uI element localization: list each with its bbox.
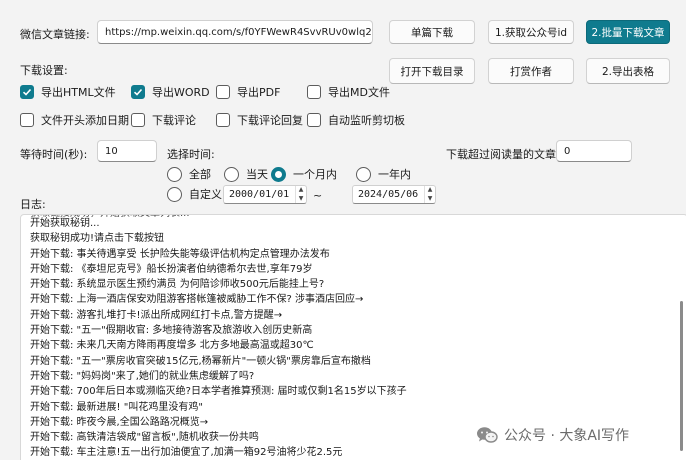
checkbox-label: 导出HTML文件 [41,86,116,99]
checkbox-label: 自动监听剪切板 [328,114,405,127]
read-threshold-label: 下载超过阅读量的文章: [446,148,560,161]
arrow-up-icon[interactable]: ▲ [425,186,435,195]
log-line: 开始下载: 车主注意!五一出行加油便宜了,加满一箱92号油将少花2.5元 [30,447,343,459]
date-to-value: 2024/05/06 [358,189,419,200]
date-from-input[interactable]: 2000/01/01 ▲ ▼ [223,185,307,204]
log-line: 开始下载: 最新进展! "叫花鸡里没有鸡" [30,401,203,413]
arrow-up-icon[interactable]: ▲ [296,186,306,195]
wechat-logo-icon [477,427,498,443]
log-line: 获取秘钥成功!请点击下载按钮 [30,233,165,245]
log-line: 开始下载: 事关待遇享受 长护险失能等级评估机构定点管理办法发布 [30,248,330,260]
radio-circle[interactable] [271,166,286,182]
get-account-id-button[interactable]: 1.获取公众号id [488,20,574,44]
checkbox-label: 文件开头添加日期 [41,114,129,127]
checkbox-box[interactable] [307,85,321,99]
checkbox-box[interactable] [216,113,230,127]
arrow-down-icon[interactable]: ▼ [296,195,306,204]
checkbox-label: 下载评论 [152,114,196,127]
log-line: 开始下载: "五一"假期收官: 多地接待游客及旅游收入创历史新高 [30,325,313,337]
radio-one-month[interactable]: 一个月内 [271,166,337,182]
checkbox-label: 导出WORD [152,86,210,99]
watermark-text: 公众号 · 大象AI写作 [504,428,630,444]
radio-one-year[interactable]: 一年内 [356,166,411,182]
radio-label: 当天 [246,168,268,181]
radio-label: 全部 [189,168,211,181]
checkbox-label: 下载评论回复 [237,114,303,127]
radio-label: 一年内 [378,168,411,181]
checkbox-box[interactable] [307,113,321,127]
select-time-label: 选择时间: [167,148,215,161]
radio-all[interactable]: 全部 [167,166,211,182]
log-line: 开始下载: "五一"票房收官突破15亿元,杨幂新片"一顿火锅"票房靠后宣布撤档 [30,355,371,367]
checkbox-label: 导出PDF [237,86,281,99]
download-settings-label: 下载设置: [20,64,68,77]
log-line: 开始下载: 未来几天南方降雨再度增多 北方多地最高温或超30℃ [30,340,314,352]
log-scrollbar[interactable] [680,301,683,451]
radio-circle[interactable] [356,166,371,182]
radio-label: 一个月内 [293,168,337,181]
date-from-stepper[interactable]: ▲ ▼ [295,186,306,203]
radio-circle[interactable] [224,166,239,182]
log-panel[interactable]: 获取链接成功，开始获取文章列表... 开始获取秘钥... 获取秘钥成功!请点击下… [20,214,686,460]
radio-circle[interactable] [167,166,182,182]
date-separator: ~ [313,189,323,202]
wait-time-input[interactable]: 10 [97,140,157,162]
checkbox-box[interactable] [131,85,145,99]
log-line: 开始下载: "妈妈岗"来了,她们的就业焦虑缓解了吗? [30,370,255,382]
log-line: 开始下载: 700年后日本或濒临灭绝?日本学者推算预测: 届时或仅剩1名15岁以… [30,386,407,398]
log-line: 开始获取秘钥... [30,218,100,229]
checkbox-box[interactable] [216,85,230,99]
export-table-button[interactable]: 2.导出表格 [586,58,670,84]
checkbox-box[interactable] [20,85,34,99]
checkbox-export-pdf[interactable]: 导出PDF [216,84,280,100]
date-to-stepper[interactable]: ▲ ▼ [424,186,435,203]
checkbox-auto-clipboard[interactable]: 自动监听剪切板 [307,112,405,128]
radio-label: 自定义 [189,188,222,201]
batch-download-button[interactable]: 2.批量下载文章 [586,20,670,44]
checkbox-download-comments[interactable]: 下载评论 [131,112,196,128]
url-input[interactable]: https://mp.weixin.qq.com/s/f0YFWewR4SvvR… [97,20,373,44]
log-lines: 开始获取秘钥... 获取秘钥成功!请点击下载按钮 开始下载: 事关待遇享受 长护… [30,216,671,460]
radio-custom[interactable]: 自定义 [167,186,222,202]
checkbox-box[interactable] [131,113,145,127]
arrow-down-icon[interactable]: ▼ [425,195,435,204]
check-icon [133,88,143,96]
log-line: 开始下载: 《泰坦尼克号》船长扮演者伯纳德希尔去世,享年79岁 [30,263,313,275]
watermark: 公众号 · 大象AI写作 [476,425,629,445]
log-line: 开始下载: 游客扎堆打卡!派出所成网红打卡点,警方提醒→ [30,309,283,321]
checkbox-label: 导出MD文件 [328,86,390,99]
reward-author-button[interactable]: 打赏作者 [488,58,574,84]
check-icon [22,88,32,96]
log-line: 开始下载: 上海一酒店保安劝阻游客搭帐篷被威胁工作不保? 涉事酒店回应→ [30,294,364,306]
log-label: 日志: [20,198,46,211]
checkbox-export-word[interactable]: 导出WORD [131,84,210,100]
date-from-value: 2000/01/01 [229,189,290,200]
wait-time-label: 等待时间(秒): [20,148,88,161]
checkbox-download-comment-replies[interactable]: 下载评论回复 [216,112,303,128]
single-download-button[interactable]: 单篇下载 [389,20,475,44]
checkbox-add-date[interactable]: 文件开头添加日期 [20,112,129,128]
checkbox-export-md[interactable]: 导出MD文件 [307,84,390,100]
date-to-input[interactable]: 2024/05/06 ▲ ▼ [352,185,436,204]
checkbox-export-html[interactable]: 导出HTML文件 [20,84,116,100]
radio-today[interactable]: 当天 [224,166,268,182]
radio-circle[interactable] [167,186,182,202]
log-line: 开始下载: 系统显示医生预约满员 为何陪诊师收500元后能挂上号? [30,279,325,291]
url-label: 微信文章链接: [20,28,90,41]
checkbox-box[interactable] [20,113,34,127]
read-threshold-input[interactable]: 0 [556,140,632,162]
open-dir-button[interactable]: 打开下载目录 [389,58,475,84]
